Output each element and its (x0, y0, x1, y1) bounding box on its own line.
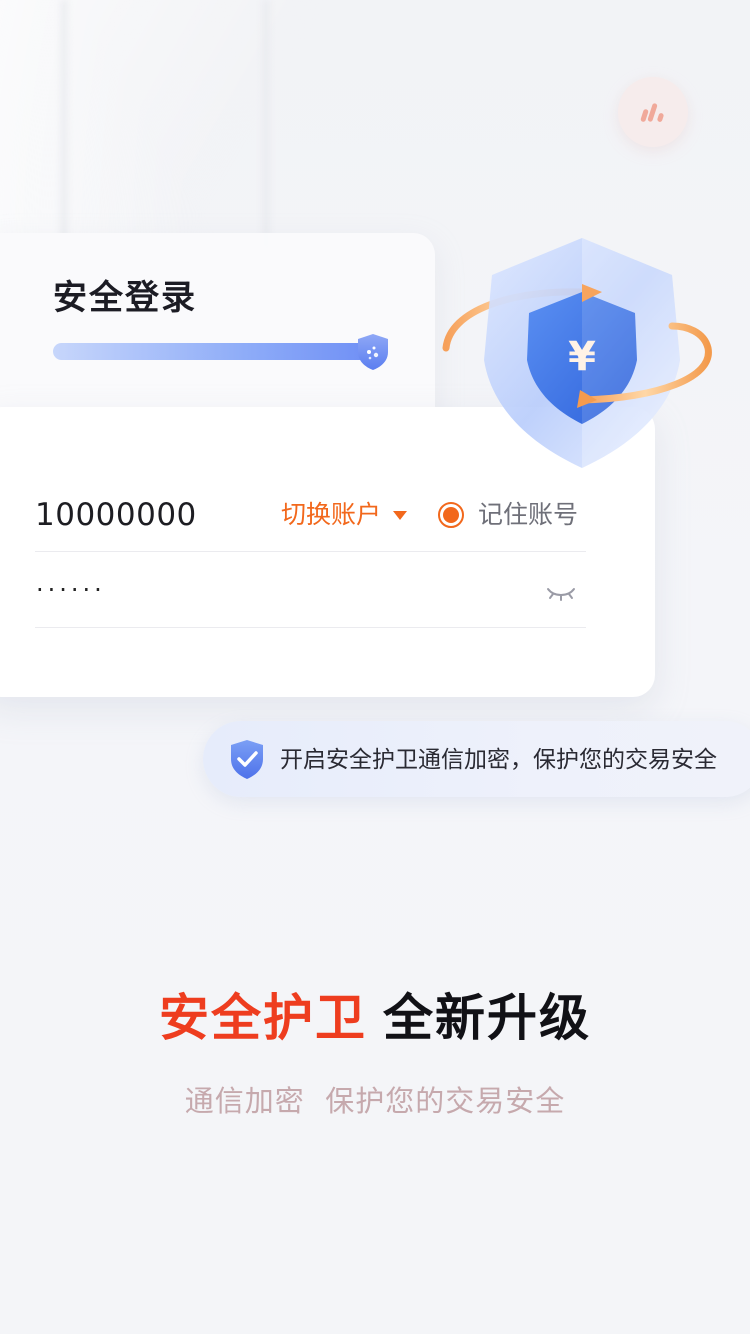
remember-account-label: 记住账号 (478, 500, 579, 529)
dropdown-caret-icon (393, 510, 408, 520)
security-tip-text: 开启安全护卫通信加密，保护您的交易安全 (280, 747, 717, 773)
switch-account-button[interactable]: 切换账户 (281, 496, 408, 534)
security-upgrade-page: 安全登录 10000000 切换账户 记住账号 ······ ¥ 开启安全护卫通… (0, 0, 750, 1334)
background-window-frame (60, 0, 68, 250)
switch-account-label: 切换账户 (281, 500, 382, 529)
headline-highlight: 安全护卫 (159, 989, 367, 1047)
password-field[interactable]: ······ (36, 570, 106, 610)
security-shield-illustration: ¥ (442, 238, 712, 468)
security-progress-bar (53, 343, 373, 360)
radio-checked-icon (438, 502, 464, 528)
close-guide-button[interactable] (618, 77, 688, 147)
divider (35, 551, 586, 552)
shield-check-icon (231, 740, 263, 779)
signal-bars-icon (640, 103, 664, 122)
shield-badge-icon (358, 334, 388, 370)
headline-rest: 全新升级 (383, 989, 591, 1047)
divider (35, 627, 586, 628)
yen-symbol: ¥ (568, 334, 596, 380)
page-title: 安全登录 (53, 278, 197, 318)
account-field[interactable]: 10000000 (35, 493, 197, 537)
remember-account-toggle[interactable]: 记住账号 (438, 496, 578, 534)
promo-headline: 安全护卫 全新升级 (0, 985, 750, 1051)
promo-subline: 通信加密 保护您的交易安全 (184, 1084, 566, 1118)
eye-closed-icon[interactable] (545, 582, 577, 604)
background-window-frame (262, 0, 270, 250)
